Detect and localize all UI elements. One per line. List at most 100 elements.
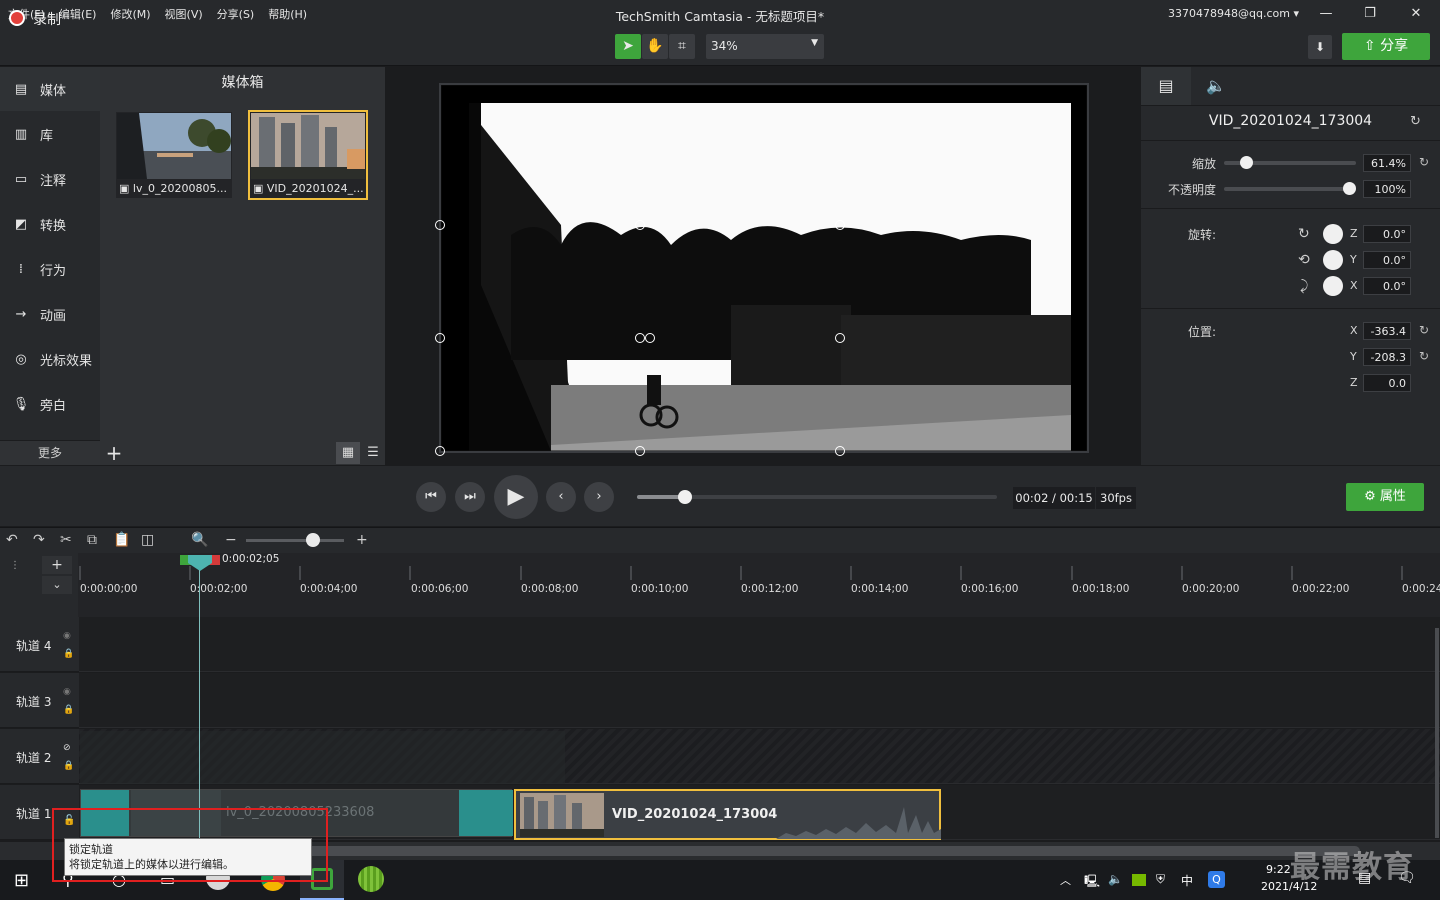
copy-icon[interactable]: ⧉ — [87, 532, 97, 548]
split-icon[interactable]: ◫ — [141, 532, 154, 548]
position-x-value[interactable]: -363.4 — [1363, 322, 1411, 340]
restore-button[interactable]: ❐ — [1360, 4, 1380, 24]
undo-icon[interactable]: ↶ — [6, 532, 18, 548]
rotation-z-value[interactable]: 0.0° — [1363, 225, 1411, 243]
track-header-3[interactable]: 轨道 3 ◉ 🔒 — [0, 673, 79, 728]
record-button[interactable]: 录制 — [33, 9, 61, 29]
lock-icon[interactable]: 🔒 — [63, 705, 74, 715]
resize-handle[interactable] — [435, 333, 445, 343]
lock-icon[interactable]: 🔒 — [63, 649, 74, 659]
rotation-y-dial[interactable] — [1323, 250, 1343, 270]
step-forward-icon[interactable]: ⏭ — [455, 482, 485, 512]
pan-tool-icon[interactable]: ✋ — [642, 34, 668, 59]
resize-handle[interactable] — [635, 333, 645, 343]
reset-icon[interactable]: ↻ — [1419, 349, 1429, 363]
scale-value[interactable]: 61.4% — [1363, 154, 1411, 172]
close-button[interactable]: ✕ — [1406, 4, 1426, 24]
track-header-4[interactable]: 轨道 4 ◉ 🔒 — [0, 617, 79, 672]
eye-icon[interactable]: ◉ — [63, 631, 71, 641]
media-item[interactable]: ▣ lv_0_20200805... — [114, 110, 234, 200]
rotation-z-dial[interactable] — [1323, 224, 1343, 244]
resize-handle[interactable] — [645, 333, 655, 343]
zoom-select[interactable]: 34% ▼ — [706, 34, 824, 59]
track-row-4[interactable] — [79, 617, 1440, 672]
step-back-icon[interactable]: ⏮ — [416, 482, 446, 512]
timeline-zoom-slider[interactable] — [246, 539, 344, 542]
audio-properties-tab-icon[interactable]: 🔈 — [1191, 67, 1241, 105]
reset-icon[interactable]: ↻ — [1410, 114, 1421, 129]
download-icon[interactable]: ⬇ — [1308, 35, 1332, 59]
cut-icon[interactable]: ✂ — [60, 532, 72, 548]
media-item[interactable]: ▣ VID_20201024_... — [248, 110, 368, 200]
paste-icon[interactable]: 📋 — [113, 532, 130, 548]
scrub-knob[interactable] — [677, 490, 692, 504]
add-track-button[interactable]: + — [42, 556, 72, 574]
eye-hidden-icon[interactable]: ⊘ — [63, 743, 71, 753]
track-header-2[interactable]: 轨道 2 ⊘ 🔒 — [0, 729, 79, 784]
share-button[interactable]: ⇧ 分享 — [1342, 33, 1430, 60]
next-clip-icon[interactable]: › — [584, 482, 614, 512]
resize-handle[interactable] — [435, 446, 445, 456]
rotation-x-value[interactable]: 0.0° — [1363, 277, 1411, 295]
collapse-tracks-icon[interactable]: ⌄ — [42, 576, 72, 594]
menu-modify[interactable]: 修改(M) — [110, 6, 150, 22]
resize-handle[interactable] — [635, 446, 645, 456]
ime-indicator[interactable]: 中 — [1181, 872, 1193, 889]
add-media-button[interactable]: + — [104, 443, 124, 464]
zoom-icon[interactable]: 🔍 — [191, 532, 208, 548]
position-y-value[interactable]: -208.3 — [1363, 348, 1411, 366]
redo-icon[interactable]: ↷ — [33, 532, 45, 548]
timeline-zoom-knob[interactable] — [306, 533, 320, 547]
track-row-3[interactable] — [79, 673, 1440, 728]
resize-handle[interactable] — [835, 446, 845, 456]
sidebar-item-media[interactable]: ▤ 媒体 — [0, 67, 100, 111]
properties-button[interactable]: ⚙ 属性 — [1346, 483, 1424, 511]
opacity-slider-knob[interactable] — [1343, 182, 1356, 195]
lock-icon[interactable]: 🔒 — [63, 761, 74, 771]
resize-handle[interactable] — [835, 220, 845, 230]
reset-icon[interactable]: ↻ — [1419, 155, 1429, 169]
account-menu[interactable]: 3370478948@qq.com ▾ — [1168, 7, 1299, 20]
rotation-x-dial[interactable] — [1323, 276, 1343, 296]
timeline-clip-selected[interactable]: VID_20201024_173004 — [514, 789, 941, 840]
opacity-slider[interactable] — [1224, 187, 1356, 191]
sidebar-item-transitions[interactable]: ◩ 转换 — [0, 202, 100, 246]
zoom-in-icon[interactable]: + — [356, 532, 368, 548]
previous-clip-icon[interactable]: ‹ — [546, 482, 576, 512]
menu-edit[interactable]: 编辑(E) — [59, 6, 97, 22]
resize-handle[interactable] — [435, 220, 445, 230]
menu-view[interactable]: 视图(V) — [165, 6, 203, 22]
app-taskbar-icon[interactable] — [358, 866, 384, 892]
opacity-value[interactable]: 100% — [1363, 180, 1411, 198]
play-icon[interactable]: ▶ — [494, 475, 538, 519]
reset-icon[interactable]: ↻ — [1419, 323, 1429, 337]
list-view-icon[interactable]: ☰ — [362, 442, 384, 464]
menu-help[interactable]: 帮助(H) — [268, 6, 307, 22]
position-z-value[interactable]: 0.0 — [1363, 374, 1411, 392]
menu-share[interactable]: 分享(S) — [217, 6, 255, 22]
volume-icon[interactable]: 🔈 — [1108, 872, 1123, 886]
vertical-scrollbar[interactable] — [1435, 628, 1439, 838]
more-button[interactable]: 更多 — [0, 441, 100, 465]
grid-view-icon[interactable]: ▦ — [336, 442, 360, 464]
network-icon[interactable]: 🖳 — [1084, 872, 1100, 893]
minimize-button[interactable]: — — [1316, 4, 1336, 24]
sidebar-item-animations[interactable]: → 动画 — [0, 292, 100, 336]
chevron-up-icon[interactable]: ︿ — [1060, 872, 1071, 888]
rotation-y-value[interactable]: 0.0° — [1363, 251, 1411, 269]
record-icon[interactable] — [9, 10, 25, 26]
sidebar-item-annotations[interactable]: ▭ 注释 — [0, 157, 100, 201]
select-tool-icon[interactable]: ➤ — [615, 34, 641, 59]
windows-start-icon[interactable]: ⊞ — [14, 870, 29, 891]
qq-icon[interactable]: Q — [1208, 871, 1225, 888]
video-properties-tab-icon[interactable]: ▤ — [1141, 67, 1191, 105]
sidebar-item-cursor-effects[interactable]: ◎ 光标效果 — [0, 337, 100, 381]
magnetic-tracks-icon[interactable]: ⋮ — [10, 560, 28, 590]
sidebar-item-library[interactable]: ▥ 库 — [0, 112, 100, 156]
sidebar-item-behaviors[interactable]: ⁞ 行为 — [0, 247, 100, 291]
nvidia-icon[interactable] — [1132, 874, 1146, 886]
eye-icon[interactable]: ◉ — [63, 687, 71, 697]
crop-tool-icon[interactable]: ⌗ — [669, 34, 695, 59]
security-shield-icon[interactable]: ⛨ — [1156, 872, 1165, 887]
resize-handle[interactable] — [635, 220, 645, 230]
